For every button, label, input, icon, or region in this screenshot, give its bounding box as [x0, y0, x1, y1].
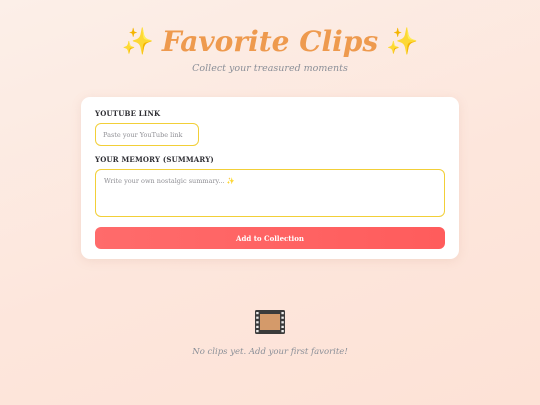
sparkles-icon: ✨ — [386, 27, 419, 57]
empty-state: No clips yet. Add your first favorite! — [0, 310, 540, 357]
memory-label: YOUR MEMORY (SUMMARY) — [95, 155, 214, 164]
empty-state-message: No clips yet. Add your first favorite! — [192, 347, 348, 357]
film-strip-icon — [255, 310, 285, 334]
youtube-link-input[interactable] — [95, 123, 199, 146]
title-row: ✨ Favorite Clips ✨ — [0, 22, 540, 62]
add-to-collection-button[interactable]: Add to Collection — [95, 227, 445, 249]
youtube-link-label: YOUTUBE LINK — [95, 109, 161, 118]
page-subtitle: Collect your treasured moments — [192, 63, 348, 74]
page-title: Favorite Clips — [161, 25, 379, 58]
memory-textarea[interactable] — [95, 169, 445, 217]
sparkles-icon: ✨ — [121, 27, 154, 57]
page-header: ✨ Favorite Clips ✨ Collect your treasure… — [0, 22, 540, 74]
add-clip-form: YOUTUBE LINK YOUR MEMORY (SUMMARY) Add t… — [81, 97, 459, 259]
